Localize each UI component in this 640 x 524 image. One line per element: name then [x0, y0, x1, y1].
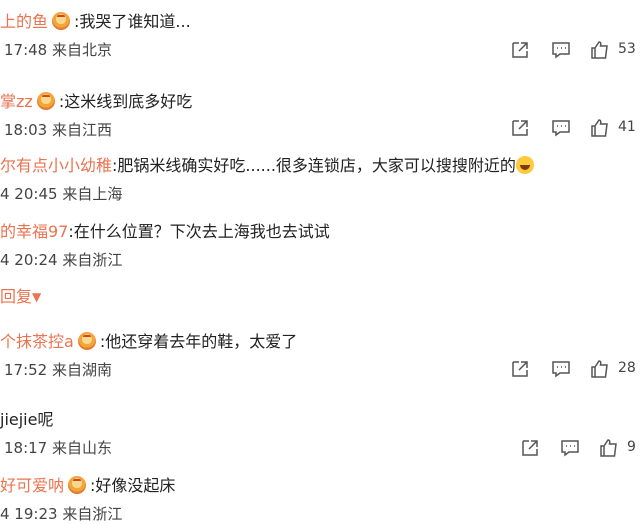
like-button[interactable] — [590, 118, 612, 138]
caret-down-icon: ▼ — [32, 290, 42, 304]
share-icon[interactable] — [520, 438, 542, 458]
comment-line: 的幸福97:在什么位置？下次去上海我也去试试 — [0, 222, 330, 242]
like-button[interactable] — [599, 438, 621, 458]
comment-line: 个抹茶控a :他还穿着去年的鞋，太爱了 — [0, 332, 297, 352]
reply-meta: 4 20:24 来自浙江 — [0, 250, 122, 270]
reply-meta: 4 20:45 来自上海 — [0, 184, 122, 204]
vip-badge-icon — [52, 12, 71, 30]
like-button[interactable] — [590, 359, 612, 379]
comment-actions: 53 — [0, 40, 640, 60]
share-icon[interactable] — [510, 40, 532, 60]
comment-text: :我哭了谁知道... — [74, 12, 191, 31]
comment-icon[interactable] — [551, 40, 573, 60]
reply-username[interactable]: 尔有点小小幼稚 — [0, 156, 112, 175]
share-icon[interactable] — [510, 118, 532, 138]
comment-username[interactable]: 好可爱呐 — [0, 476, 64, 495]
comment-username[interactable]: 掌zz — [0, 92, 33, 111]
comment-line: 上的鱼 :我哭了谁知道... — [0, 12, 191, 32]
comment-line: 好可爱呐 :好像没起床 — [0, 476, 175, 496]
reply-toggle-label[interactable]: 回复 — [0, 287, 32, 306]
like-count: 41 — [618, 119, 636, 135]
comment-username[interactable]: 上的鱼 — [0, 12, 48, 31]
comment-username[interactable]: jiejie呢 — [0, 410, 53, 429]
comment-username[interactable]: 个抹茶控a — [0, 332, 74, 351]
vip-badge-icon — [77, 332, 96, 350]
like-count: 9 — [627, 439, 636, 455]
like-button[interactable] — [590, 40, 612, 60]
comment-time: 4 19:23 — [0, 505, 58, 523]
comment-actions: 9 — [0, 438, 640, 458]
comment-icon[interactable] — [551, 359, 573, 379]
comment-text: :这米线到底多好吃 — [58, 92, 193, 111]
reply-location: 来自浙江 — [62, 251, 123, 269]
comment-text: :他还穿着去年的鞋，太爱了 — [99, 332, 298, 351]
reply-text: :肥锅米线确实好吃......很多连锁店，大家可以搜搜附近的 — [112, 156, 516, 175]
laugh-emoji-icon — [515, 156, 534, 174]
comment-line: jiejie呢 — [0, 410, 53, 430]
reply-username[interactable]: 的幸福97 — [0, 222, 68, 241]
vip-badge-icon — [36, 92, 55, 110]
reply-time: 4 20:45 — [0, 185, 58, 203]
like-count: 28 — [618, 360, 636, 376]
reply-time: 4 20:24 — [0, 251, 58, 269]
reply-location: 来自上海 — [62, 185, 123, 203]
comment-location: 来自浙江 — [62, 505, 123, 523]
like-count: 53 — [618, 41, 636, 57]
comment-text: :好像没起床 — [90, 476, 176, 495]
comment-meta: 4 19:23 来自浙江 — [0, 504, 122, 524]
vip-badge-icon — [68, 476, 87, 494]
comment-line: 尔有点小小幼稚:肥锅米线确实好吃......很多连锁店，大家可以搜搜附近的 — [0, 156, 534, 176]
share-icon[interactable] — [510, 359, 532, 379]
comment-line: 掌zz :这米线到底多好吃 — [0, 92, 192, 112]
comment-icon[interactable] — [560, 438, 582, 458]
comment-actions: 28 — [0, 359, 640, 379]
reply-text: :在什么位置？下次去上海我也去试试 — [68, 222, 330, 241]
comment-actions: 41 — [0, 118, 640, 138]
comment-icon[interactable] — [551, 118, 573, 138]
